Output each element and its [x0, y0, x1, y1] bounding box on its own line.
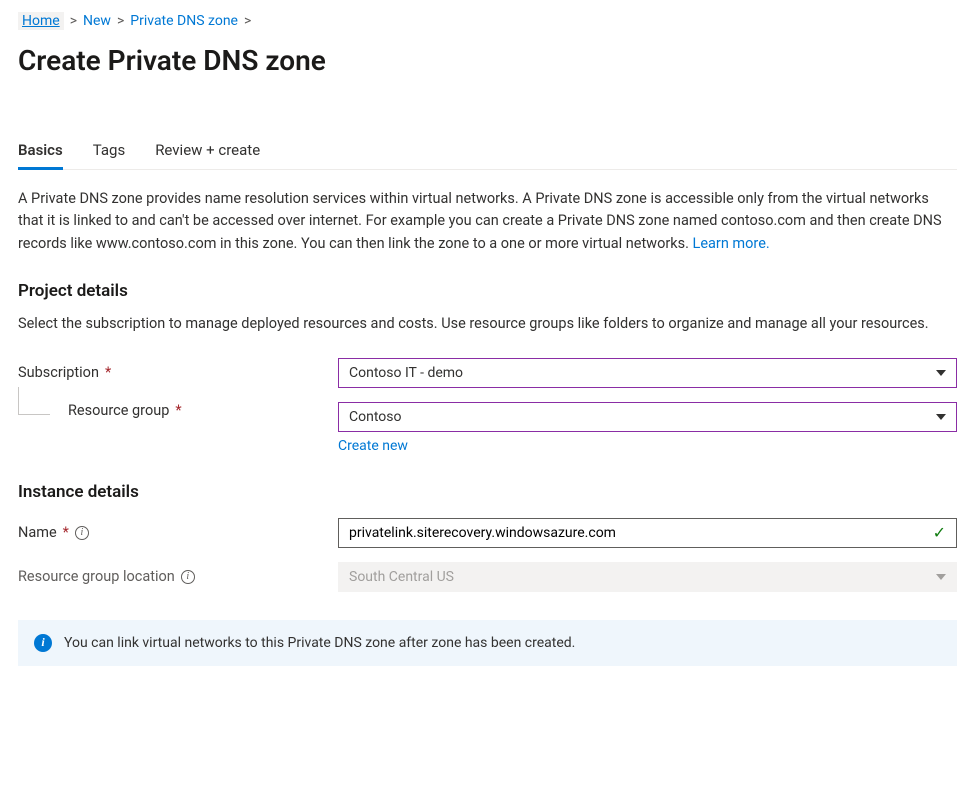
- tab-basics[interactable]: Basics: [18, 135, 63, 169]
- info-bar: i You can link virtual networks to this …: [18, 620, 957, 666]
- name-input-wrapper: ✓: [338, 518, 957, 548]
- breadcrumb-separator: >: [244, 13, 251, 29]
- subscription-value: Contoso IT - demo: [349, 365, 463, 381]
- info-bar-text: You can link virtual networks to this Pr…: [64, 635, 575, 651]
- tab-tags[interactable]: Tags: [93, 135, 125, 169]
- breadcrumb-separator: >: [117, 13, 124, 29]
- breadcrumb-separator: >: [70, 13, 77, 29]
- page-title: Create Private DNS zone: [18, 44, 957, 77]
- required-marker: *: [105, 364, 111, 381]
- tab-review-create[interactable]: Review + create: [155, 135, 260, 169]
- location-label: Resource group location i: [18, 568, 338, 585]
- resource-group-row: Resource group * Contoso Create new: [18, 402, 957, 454]
- info-icon[interactable]: i: [181, 570, 195, 584]
- resource-group-value: Contoso: [349, 409, 401, 425]
- info-icon[interactable]: i: [75, 526, 89, 540]
- breadcrumb: Home > New > Private DNS zone >: [18, 12, 957, 30]
- info-icon: i: [34, 634, 52, 652]
- subscription-select[interactable]: Contoso IT - demo: [338, 358, 957, 388]
- subscription-label: Subscription *: [18, 364, 338, 381]
- learn-more-link[interactable]: Learn more.: [693, 235, 770, 252]
- name-input[interactable]: [349, 525, 925, 541]
- chevron-down-icon: [936, 370, 946, 376]
- breadcrumb-private-dns-zone[interactable]: Private DNS zone: [130, 13, 238, 29]
- name-label: Name * i: [18, 524, 338, 541]
- location-value: South Central US: [349, 569, 454, 585]
- project-details-heading: Project details: [18, 281, 957, 301]
- required-marker: *: [175, 402, 181, 419]
- instance-details-heading: Instance details: [18, 482, 957, 502]
- resource-group-label-wrap: Resource group *: [18, 402, 338, 419]
- resource-group-label: Resource group *: [68, 402, 182, 419]
- subscription-row: Subscription * Contoso IT - demo: [18, 358, 957, 388]
- project-details-text: Select the subscription to manage deploy…: [18, 313, 957, 335]
- chevron-down-icon: [936, 414, 946, 420]
- indent-line: [18, 387, 50, 415]
- breadcrumb-new[interactable]: New: [83, 13, 111, 29]
- breadcrumb-home[interactable]: Home: [18, 12, 64, 30]
- location-select: South Central US: [338, 562, 957, 592]
- checkmark-icon: ✓: [933, 523, 946, 542]
- tab-description: A Private DNS zone provides name resolut…: [18, 188, 957, 255]
- tabs: Basics Tags Review + create: [18, 135, 957, 170]
- name-row: Name * i ✓: [18, 518, 957, 548]
- location-label-text: Resource group location: [18, 568, 175, 585]
- subscription-label-text: Subscription: [18, 364, 99, 381]
- resource-group-label-text: Resource group: [68, 402, 169, 419]
- required-marker: *: [63, 524, 69, 541]
- location-row: Resource group location i South Central …: [18, 562, 957, 592]
- name-label-text: Name: [18, 524, 57, 541]
- resource-group-select[interactable]: Contoso: [338, 402, 957, 432]
- description-text: A Private DNS zone provides name resolut…: [18, 190, 942, 252]
- create-new-link[interactable]: Create new: [338, 438, 408, 454]
- chevron-down-icon: [936, 574, 946, 580]
